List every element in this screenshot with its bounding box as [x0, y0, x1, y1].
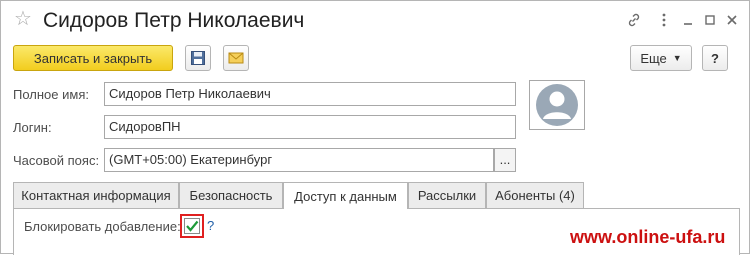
favorite-star-icon[interactable]: ☆: [14, 9, 32, 29]
link-icon[interactable]: [624, 10, 644, 30]
floppy-disk-icon: [191, 51, 205, 65]
help-button[interactable]: ?: [702, 45, 728, 71]
dropdown-arrow-icon: ▼: [672, 53, 682, 63]
minimize-icon[interactable]: [678, 10, 698, 30]
user-photo[interactable]: [529, 80, 585, 130]
save-button[interactable]: [185, 45, 211, 71]
block-adding-label: Блокировать добавление:: [24, 219, 181, 234]
save-and-close-label: Записать и закрыть: [33, 50, 153, 66]
login-field[interactable]: СидоровПН: [104, 115, 516, 139]
block-adding-checkbox[interactable]: [184, 218, 200, 234]
tab-label: Безопасность: [189, 188, 273, 203]
login-label: Логин:: [13, 120, 52, 135]
timezone-select-button[interactable]: ...: [494, 148, 516, 172]
avatar-placeholder-icon: [536, 84, 578, 126]
watermark-text: www.online-ufa.ru: [570, 227, 726, 247]
more-actions-button[interactable]: Еще ▼: [630, 45, 692, 71]
checkbox-highlight: [180, 214, 204, 238]
close-icon[interactable]: [722, 10, 742, 30]
tab-label: Контактная информация: [21, 188, 171, 203]
tab-label: Абоненты (4): [495, 188, 575, 203]
tab-label: Рассылки: [417, 188, 477, 203]
envelope-icon: [228, 52, 244, 64]
tab-subscribers[interactable]: Абоненты (4): [486, 182, 584, 208]
tab-contact-info[interactable]: Контактная информация: [13, 182, 179, 208]
tab-data-access[interactable]: Доступ к данным: [283, 182, 408, 209]
check-icon: [186, 220, 199, 232]
help-label: ?: [711, 50, 719, 66]
more-actions-label: Еще: [640, 50, 667, 66]
tab-security[interactable]: Безопасность: [179, 182, 283, 208]
tab-mailings[interactable]: Рассылки: [408, 182, 486, 208]
timezone-label: Часовой пояс:: [13, 153, 100, 168]
full-name-field[interactable]: Сидоров Петр Николаевич: [104, 82, 516, 106]
maximize-icon[interactable]: [700, 10, 720, 30]
more-icon[interactable]: [654, 10, 674, 30]
block-adding-help-link[interactable]: ?: [207, 218, 214, 233]
save-and-close-button[interactable]: Записать и закрыть: [13, 45, 173, 71]
tab-label: Доступ к данным: [294, 188, 397, 204]
full-name-label: Полное имя:: [13, 87, 89, 102]
send-email-button[interactable]: [223, 45, 249, 71]
window-title: Сидоров Петр Николаевич: [43, 9, 305, 32]
timezone-field[interactable]: (GMT+05:00) Екатеринбург: [104, 148, 494, 172]
